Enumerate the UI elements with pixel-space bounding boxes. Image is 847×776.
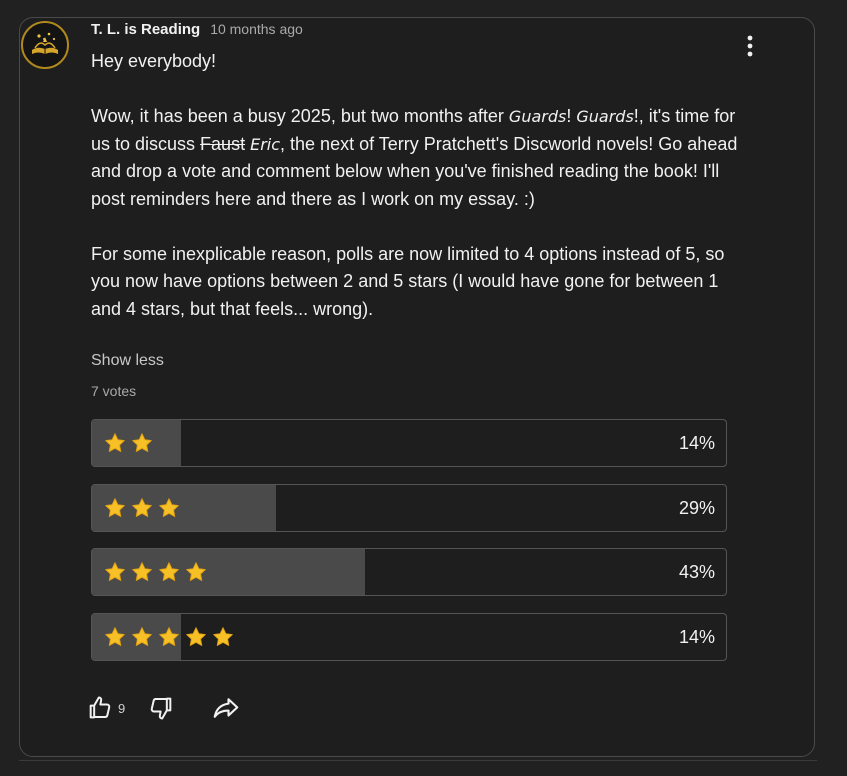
star-icon xyxy=(105,626,125,646)
star-icon xyxy=(159,562,179,581)
poll-option-percent: 14% xyxy=(678,433,715,453)
poll-option-4-stars[interactable]: 43% xyxy=(91,548,727,596)
star-icon xyxy=(105,497,125,517)
timestamp[interactable]: 10 months ago xyxy=(210,21,303,37)
book-title-eric: Eric xyxy=(250,134,281,154)
star-icon xyxy=(213,626,233,646)
poll-option-5-stars[interactable]: 14% xyxy=(91,612,727,661)
poll-option-percent: 43% xyxy=(678,562,715,582)
poll-option-stars xyxy=(104,626,234,648)
comment-header: T. L. is Reading 10 months ago xyxy=(91,21,303,43)
share-icon xyxy=(213,698,239,718)
comment-body: Hey everybody! Wow, it has been a busy 2… xyxy=(91,48,741,323)
star-icon xyxy=(159,626,179,646)
poll-option-stars xyxy=(104,497,180,519)
like-count: 9 xyxy=(118,700,126,716)
thumbs-down-icon xyxy=(150,697,172,720)
like-button[interactable] xyxy=(86,694,114,722)
body-paragraph-3: For some inexplicable reason, polls are … xyxy=(91,243,725,319)
star-icon xyxy=(159,497,179,517)
body-paragraph-2: Wow, it has been a busy 2025, but two mo… xyxy=(91,106,738,209)
star-icon xyxy=(186,626,206,646)
book-title-guards: Guards xyxy=(508,107,567,126)
poll-option-2-stars[interactable]: 14% xyxy=(91,419,727,467)
dislike-button[interactable] xyxy=(147,694,175,722)
author-name[interactable]: T. L. is Reading xyxy=(91,21,200,38)
body-greeting: Hey everybody! xyxy=(91,51,217,71)
poll-option-stars xyxy=(104,432,153,454)
poll-option-3-stars[interactable]: 29% xyxy=(91,483,727,532)
poll-option-percent: 14% xyxy=(678,626,715,647)
struck-title: Faust xyxy=(200,133,246,154)
avatar[interactable] xyxy=(21,21,69,69)
star-icon xyxy=(132,433,152,452)
star-icon xyxy=(132,497,152,517)
vote-count: 7 votes xyxy=(91,383,137,399)
more-vert-icon xyxy=(747,35,753,57)
show-less-link[interactable]: Show less xyxy=(91,352,164,370)
poll-option-stars xyxy=(104,561,207,583)
star-icon xyxy=(105,433,125,452)
divider xyxy=(19,760,817,761)
book-title-guards: Guards xyxy=(576,107,634,126)
poll-option-percent: 29% xyxy=(678,497,715,518)
action-bar: 9 xyxy=(86,688,241,728)
star-icon xyxy=(186,562,206,581)
star-icon xyxy=(105,562,125,581)
star-icon xyxy=(132,626,152,646)
thumbs-up-icon xyxy=(89,696,111,719)
star-icon xyxy=(132,562,152,581)
share-button[interactable] xyxy=(211,693,241,723)
book-stars-icon xyxy=(23,23,67,67)
